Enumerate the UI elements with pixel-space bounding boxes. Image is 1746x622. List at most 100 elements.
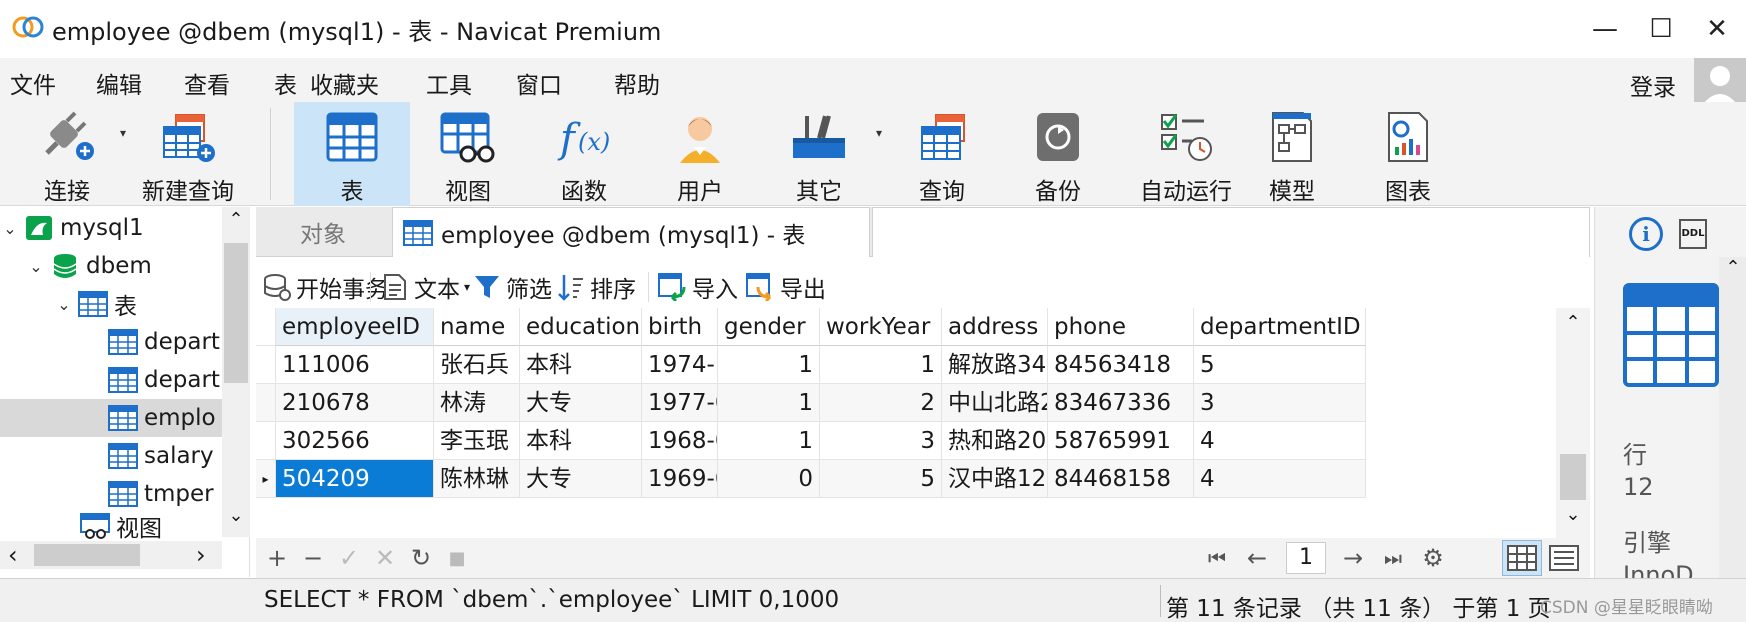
tree-horizontal-scrollbar[interactable]: ‹ ›: [0, 541, 222, 569]
function-button[interactable]: f (x) 函数: [538, 102, 630, 206]
avatar[interactable]: [1694, 58, 1746, 108]
column-header-name[interactable]: name: [434, 308, 520, 346]
chart-button[interactable]: 图表: [1362, 102, 1454, 206]
delete-record-button[interactable]: −: [296, 542, 330, 574]
column-header-phone[interactable]: phone: [1048, 308, 1194, 346]
cell-gender[interactable]: 1: [718, 346, 820, 384]
cell-departmentID[interactable]: 4: [1194, 422, 1366, 460]
cell-gender[interactable]: 1: [718, 422, 820, 460]
cell-name[interactable]: 张石兵: [434, 346, 520, 384]
tree-connection[interactable]: ⌄ mysql1: [0, 209, 222, 247]
tree-table-item[interactable]: tmper: [0, 475, 222, 513]
cell-birth[interactable]: 1977-04: [642, 384, 718, 422]
close-button[interactable]: ✕: [1690, 8, 1744, 50]
cell-workYear[interactable]: 1: [820, 346, 942, 384]
stop-button[interactable]: ■: [440, 542, 474, 574]
cell-gender[interactable]: 1: [718, 384, 820, 422]
scroll-right-icon[interactable]: ›: [196, 541, 206, 569]
cell-education[interactable]: 本科: [520, 422, 642, 460]
other-button[interactable]: 其它: [770, 102, 868, 206]
column-header-gender[interactable]: gender: [718, 308, 820, 346]
export-button[interactable]: 导出: [746, 270, 826, 304]
tree-views-folder[interactable]: 视图: [0, 511, 222, 541]
cell-name[interactable]: 李玉珉: [434, 422, 520, 460]
tree-database[interactable]: ⌄ dbem: [0, 247, 222, 285]
menu-file[interactable]: 文件: [10, 66, 56, 100]
grid-vertical-scrollbar[interactable]: ⌃ ⌄: [1556, 308, 1590, 538]
cell-workYear[interactable]: 3: [820, 422, 942, 460]
scroll-up-icon[interactable]: ⌃: [1556, 312, 1590, 333]
column-header-education[interactable]: education: [520, 308, 642, 346]
menu-window[interactable]: 窗口: [516, 66, 562, 100]
backup-button[interactable]: 备份: [1012, 102, 1104, 206]
last-page-button[interactable]: ⏭: [1376, 542, 1410, 574]
cell-education[interactable]: 大专: [520, 460, 642, 498]
cell-phone[interactable]: 58765991: [1048, 422, 1194, 460]
cell-employeeID[interactable]: 111006: [276, 346, 434, 384]
cell-departmentID[interactable]: 5: [1194, 346, 1366, 384]
tree-table-item[interactable]: depart: [0, 361, 222, 399]
table-button[interactable]: 表: [294, 102, 410, 206]
cell-employeeID[interactable]: 210678: [276, 384, 434, 422]
next-page-button[interactable]: →: [1336, 542, 1370, 574]
scroll-up-icon[interactable]: ⌃: [1719, 257, 1746, 278]
column-header-address[interactable]: address: [942, 308, 1048, 346]
new-query-button[interactable]: 新建查询: [134, 102, 242, 206]
menu-favorites[interactable]: 收藏夹: [310, 66, 379, 100]
sort-button[interactable]: 排序: [556, 270, 636, 304]
tree-table-item[interactable]: salary: [0, 437, 222, 475]
cell-birth[interactable]: 1969-0: [642, 460, 718, 498]
menu-view[interactable]: 查看: [184, 66, 230, 100]
previous-page-button[interactable]: ←: [1240, 542, 1274, 574]
filter-button[interactable]: 筛选: [472, 270, 552, 304]
tab-objects[interactable]: 对象: [256, 207, 390, 257]
grid-view-button[interactable]: [1502, 540, 1542, 576]
column-header-departmentID[interactable]: departmentID: [1194, 308, 1366, 346]
cell-phone[interactable]: 83467336: [1048, 384, 1194, 422]
add-record-button[interactable]: +: [260, 542, 294, 574]
cell-name[interactable]: 陈林琳: [434, 460, 520, 498]
first-page-button[interactable]: ⏮: [1200, 542, 1234, 574]
import-button[interactable]: 导入: [658, 270, 738, 304]
tree-table-item[interactable]: depart: [0, 323, 222, 361]
column-header-employeeID[interactable]: employeeID: [276, 308, 434, 346]
tree-table-item-selected[interactable]: emplo: [0, 399, 222, 437]
query-button[interactable]: 查询: [896, 102, 988, 206]
cell-address[interactable]: 汉中路120: [942, 460, 1048, 498]
cell-address[interactable]: 解放路34号: [942, 346, 1048, 384]
cell-name[interactable]: 林涛: [434, 384, 520, 422]
text-button[interactable]: 文本 ▾: [380, 270, 470, 304]
menu-help[interactable]: 帮助: [614, 66, 660, 100]
user-button[interactable]: 用户: [654, 102, 746, 206]
discard-changes-button[interactable]: ✕: [368, 542, 402, 574]
scroll-thumb[interactable]: [1560, 454, 1586, 500]
chevron-down-icon[interactable]: ⌄: [26, 257, 46, 276]
auto-run-button[interactable]: 自动运行: [1124, 102, 1248, 206]
current-row-marker-icon[interactable]: ▸: [256, 460, 276, 498]
form-view-button[interactable]: [1544, 540, 1584, 576]
menu-table[interactable]: 表: [274, 66, 297, 100]
ddl-icon[interactable]: DDL: [1679, 219, 1707, 249]
minimize-button[interactable]: —: [1578, 8, 1632, 50]
settings-gear-icon[interactable]: ⚙: [1416, 542, 1450, 574]
login-link[interactable]: 登录: [1630, 68, 1676, 102]
cell-departmentID[interactable]: 4: [1194, 460, 1366, 498]
scroll-up-icon[interactable]: ⌃: [222, 209, 250, 230]
info-panel-scrollbar[interactable]: ⌃: [1719, 257, 1746, 578]
cell-address[interactable]: 中山北路24: [942, 384, 1048, 422]
tab-employee-table[interactable]: employee @dbem (mysql1) - 表: [392, 207, 870, 257]
cell-address[interactable]: 热和路209: [942, 422, 1048, 460]
view-button[interactable]: 视图: [420, 102, 516, 206]
tree-tables-folder[interactable]: ⌄ 表: [0, 285, 222, 323]
cell-employeeID-selected[interactable]: 504209: [276, 460, 434, 498]
row-header[interactable]: [256, 384, 276, 422]
chevron-down-icon[interactable]: ⌄: [54, 295, 74, 314]
model-button[interactable]: 模型: [1246, 102, 1338, 206]
cell-phone[interactable]: 84468158: [1048, 460, 1194, 498]
tree-vertical-scrollbar[interactable]: ⌃ ⌄: [222, 207, 250, 537]
cell-workYear[interactable]: 2: [820, 384, 942, 422]
scroll-left-icon[interactable]: ‹: [8, 541, 18, 569]
maximize-button[interactable]: ☐: [1634, 8, 1688, 50]
cell-gender[interactable]: 0: [718, 460, 820, 498]
cell-employeeID[interactable]: 302566: [276, 422, 434, 460]
